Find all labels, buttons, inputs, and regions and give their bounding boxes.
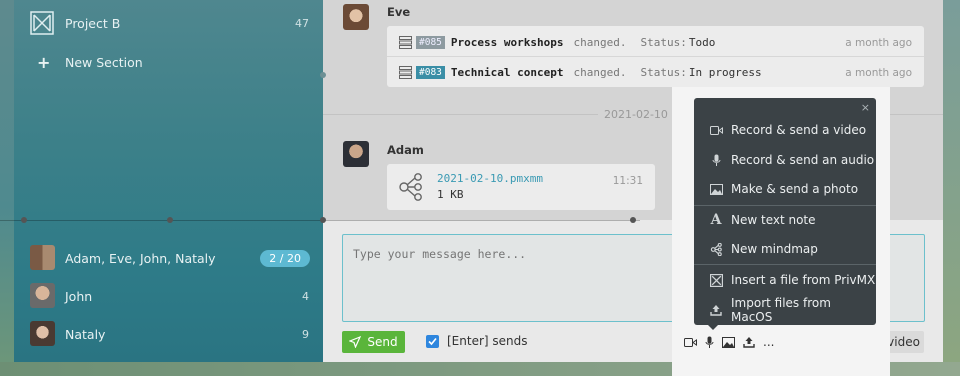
menu-divider xyxy=(694,264,876,265)
task-verb: changed. xyxy=(573,65,627,79)
close-icon[interactable]: × xyxy=(861,101,870,114)
avatar xyxy=(343,4,369,30)
task-status-label: Status: xyxy=(640,35,687,49)
sidebar-item-john[interactable]: John 4 xyxy=(14,282,323,310)
menu-pointer xyxy=(708,325,718,330)
sidebar: Project B 47 + New Section Adam, Eve, Jo… xyxy=(14,0,323,362)
file-attachment[interactable]: 2021-02-10.pmxmm 1 KB 11:31 xyxy=(387,164,655,210)
task-update-row[interactable]: #085 Process workshops changed. Status: … xyxy=(399,32,715,52)
menu-item-label: Import files from MacOS xyxy=(731,296,831,324)
sidebar-item-label: Project B xyxy=(65,15,121,31)
sidebar-item-label: Nataly xyxy=(65,326,106,342)
menu-item-label: Make & send a photo xyxy=(731,182,859,196)
divider xyxy=(387,56,924,57)
task-status-label: Status: xyxy=(640,65,687,79)
image-icon[interactable] xyxy=(722,336,735,348)
file-size: 1 KB xyxy=(437,188,464,201)
unread-count: 4 xyxy=(302,289,309,303)
task-verb: changed. xyxy=(573,35,627,49)
enter-sends-toggle[interactable]: [Enter] sends xyxy=(426,334,528,348)
video-camera-icon[interactable] xyxy=(684,337,697,347)
resize-handle[interactable] xyxy=(21,217,27,223)
enter-sends-checkbox[interactable] xyxy=(426,334,439,348)
task-status: In progress xyxy=(688,65,762,79)
avatar xyxy=(30,283,55,308)
upload-icon[interactable] xyxy=(743,336,755,348)
avatar xyxy=(30,321,55,346)
new-section-label: New Section xyxy=(65,54,143,70)
menu-item-photo[interactable]: Make & send a photo xyxy=(694,175,876,203)
date-separator: 2021-02-10 xyxy=(598,108,674,121)
unread-count: 9 xyxy=(302,327,309,341)
microphone-icon xyxy=(708,154,724,167)
timestamp: a month ago xyxy=(845,37,912,49)
attachment-menu: × Record & send a video Record & send an… xyxy=(694,98,876,325)
image-icon xyxy=(708,183,724,195)
menu-item-label: Record & send an audio xyxy=(731,153,875,167)
upload-icon xyxy=(708,304,724,316)
sidebar-item-project[interactable]: Project B 47 xyxy=(14,9,323,37)
message-author: Adam xyxy=(387,143,424,157)
task-id-badge[interactable]: #085 xyxy=(416,35,445,49)
menu-item-privmx-file[interactable]: Insert a file from PrivMX xyxy=(694,266,876,294)
task-title[interactable]: Technical concept xyxy=(451,66,564,79)
menu-item-label: Insert a file from PrivMX xyxy=(731,273,876,287)
resize-handle[interactable] xyxy=(320,72,326,78)
unread-badge: 2 / 20 xyxy=(260,249,310,267)
new-section-button[interactable]: + New Section xyxy=(14,48,323,76)
task-id-badge[interactable]: #083 xyxy=(416,65,445,79)
sidebar-item-nataly[interactable]: Nataly 9 xyxy=(14,320,323,348)
desktop-background-right xyxy=(943,0,960,376)
menu-item-record-video[interactable]: Record & send a video xyxy=(694,116,876,144)
microphone-icon[interactable] xyxy=(705,336,714,349)
enter-sends-label: [Enter] sends xyxy=(447,334,528,348)
menu-item-import-files[interactable]: Import files from MacOS xyxy=(694,296,876,324)
sidebar-item-group-chat[interactable]: Adam, Eve, John, Nataly 2 / 20 xyxy=(14,244,323,272)
sidebar-item-label: Adam, Eve, John, Nataly xyxy=(65,250,216,266)
timestamp: 11:31 xyxy=(612,175,643,187)
timestamp: a month ago xyxy=(845,67,912,79)
task-list-icon xyxy=(399,65,412,79)
checkmark-icon xyxy=(428,337,437,345)
project-icon xyxy=(30,11,54,35)
task-updates-card: #085 Process workshops changed. Status: … xyxy=(387,26,924,87)
menu-item-mindmap[interactable]: New mindmap xyxy=(694,235,876,263)
task-title[interactable]: Process workshops xyxy=(451,36,564,49)
plus-icon: + xyxy=(37,52,51,72)
send-icon xyxy=(349,336,362,348)
task-update-row[interactable]: #083 Technical concept changed. Status: … xyxy=(399,62,762,82)
mindmap-icon xyxy=(708,242,724,256)
task-status: Todo xyxy=(688,35,716,49)
message-author: Eve xyxy=(387,5,411,19)
resize-handle[interactable] xyxy=(167,217,173,223)
menu-item-record-audio[interactable]: Record & send an audio xyxy=(694,146,876,174)
text-note-icon: A xyxy=(710,212,722,228)
more-options-button[interactable]: ... xyxy=(763,335,774,349)
avatar xyxy=(343,141,369,167)
resize-handle[interactable] xyxy=(320,217,326,223)
unread-count: 47 xyxy=(295,16,309,30)
task-list-icon xyxy=(399,35,412,49)
avatar xyxy=(30,245,55,270)
menu-item-text-note[interactable]: A New text note xyxy=(694,206,876,234)
menu-item-label: New mindmap xyxy=(731,242,818,256)
video-camera-icon xyxy=(708,125,724,135)
send-label: Send xyxy=(367,335,398,349)
attachment-toolbar: ... xyxy=(684,332,774,352)
resize-handle[interactable] xyxy=(630,217,636,223)
file-name[interactable]: 2021-02-10.pmxmm xyxy=(437,172,543,185)
mindmap-file-icon xyxy=(399,173,422,201)
send-button[interactable]: Send xyxy=(342,331,405,353)
sidebar-item-label: John xyxy=(65,288,93,304)
menu-item-label: Record & send a video xyxy=(731,123,867,137)
menu-item-label: New text note xyxy=(731,213,816,227)
privmx-logo-icon xyxy=(708,273,724,287)
